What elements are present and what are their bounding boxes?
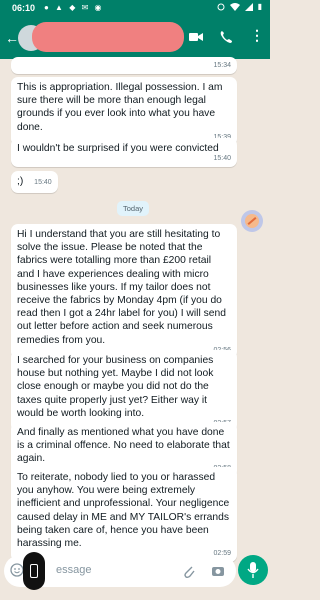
floating-bubble-icon[interactable] [241, 210, 263, 232]
system-icons: ▮ [217, 2, 262, 11]
message-text: Hi I understand that you are still hesit… [17, 229, 226, 346]
message-bubble[interactable]: I searched for your business on companie… [11, 350, 237, 433]
alarm-icon [217, 3, 225, 10]
message-bubble[interactable]: To reiterate, nobody lied to you or hara… [11, 467, 237, 563]
message-bubble[interactable]: I wouldn't be surprised if you were conv… [11, 138, 237, 168]
signal-icon [244, 2, 253, 11]
chat-header: ← ⋮ [0, 17, 270, 59]
message-text: I wouldn't be surprised if you were conv… [17, 143, 219, 154]
video-call-icon[interactable] [189, 29, 203, 45]
message-bubble[interactable]: This is appropriation. Illegal possessio… [11, 77, 237, 146]
screen-recorder-overlay[interactable] [23, 552, 45, 590]
status-bar: 06:10 ● ▲ ◆ ✉ ◉ ▮ [0, 0, 270, 17]
back-arrow-icon[interactable]: ← [5, 30, 19, 46]
camera-icon[interactable] [211, 564, 225, 578]
phone-device-icon [30, 564, 38, 578]
phone-call-icon[interactable] [219, 29, 233, 45]
contact-name-redaction[interactable] [32, 22, 184, 52]
message-text: ;) [17, 176, 24, 187]
notification-icons: ● ▲ ◆ ✉ ◉ [44, 3, 104, 12]
message-bubble[interactable]: Hi I understand that you are still hesit… [11, 224, 237, 359]
message-text: I searched for your business on companie… [17, 355, 214, 419]
battery-icon: ▮ [257, 2, 262, 11]
message-text: To reiterate, nobody lied to you or hara… [17, 472, 230, 550]
date-separator: Today [117, 201, 150, 216]
more-menu-icon[interactable]: ⋮ [250, 27, 264, 44]
message-text: This is appropriation. Illegal possessio… [17, 82, 223, 133]
wifi-icon [229, 2, 240, 11]
message-bubble[interactable]: 15:34 [11, 57, 237, 74]
message-time: 15:34 [213, 61, 231, 69]
message-time: 15:40 [213, 155, 231, 162]
mic-icon [247, 562, 259, 578]
status-time: 06:10 [12, 3, 36, 13]
message-input[interactable]: essage [56, 564, 91, 576]
attach-icon[interactable] [182, 563, 196, 579]
message-time: 15:40 [34, 179, 52, 186]
emoji-icon[interactable] [10, 563, 24, 577]
message-text: And finally as mentioned what you have d… [17, 427, 230, 465]
message-bubble[interactable]: ;) 15:40 [11, 171, 58, 194]
mic-button[interactable] [238, 555, 268, 585]
